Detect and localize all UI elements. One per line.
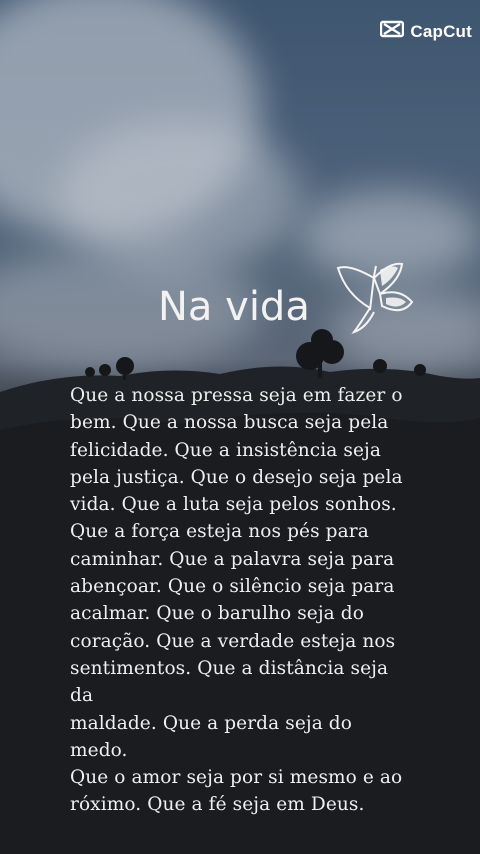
poem-line: maldade. Que a perda seja do [70, 712, 352, 734]
poem-line: felicidade. Que a insistência seja [70, 439, 381, 461]
poem-line: róximo. Que a fé seja em Deus. [70, 794, 365, 816]
poem-line: pela justiça. Que o desejo seja pela [70, 466, 403, 488]
poem-text: Que a nossa pressa seja em fazer o bem. … [70, 382, 450, 819]
background-photo: CapCut Na vida Que a nossa pressa seja e… [0, 0, 480, 854]
poem-line: caminhar. Que a palavra seja para [70, 548, 395, 570]
poem-line: vida. Que a luta seja pelos sonhos. [70, 494, 397, 516]
poem-line: Que o amor seja por si mesmo e ao [70, 767, 403, 789]
butterfly-icon [330, 258, 420, 343]
poem-line: medo. [70, 739, 128, 761]
poem-line: acalmar. Que o barulho seja do [70, 603, 364, 625]
capcut-logo-icon [380, 20, 405, 43]
poem-line: abençoar. Que o silêncio seja para [70, 576, 395, 598]
poem-line: coração. Que a verdade esteja nos [70, 630, 396, 652]
poem-line: bem. Que a nossa busca seja pela [70, 412, 389, 434]
poem-line: sentimentos. Que a distância seja [70, 657, 389, 679]
page-title: Na vida [158, 284, 310, 330]
capcut-watermark: CapCut [380, 20, 472, 43]
capcut-brand-name: CapCut [410, 21, 472, 41]
poem-line: Que a nossa pressa seja em fazer o [70, 385, 403, 406]
poem-line: Que a força esteja nos pés para [70, 521, 369, 543]
poem-line: da [70, 685, 94, 707]
